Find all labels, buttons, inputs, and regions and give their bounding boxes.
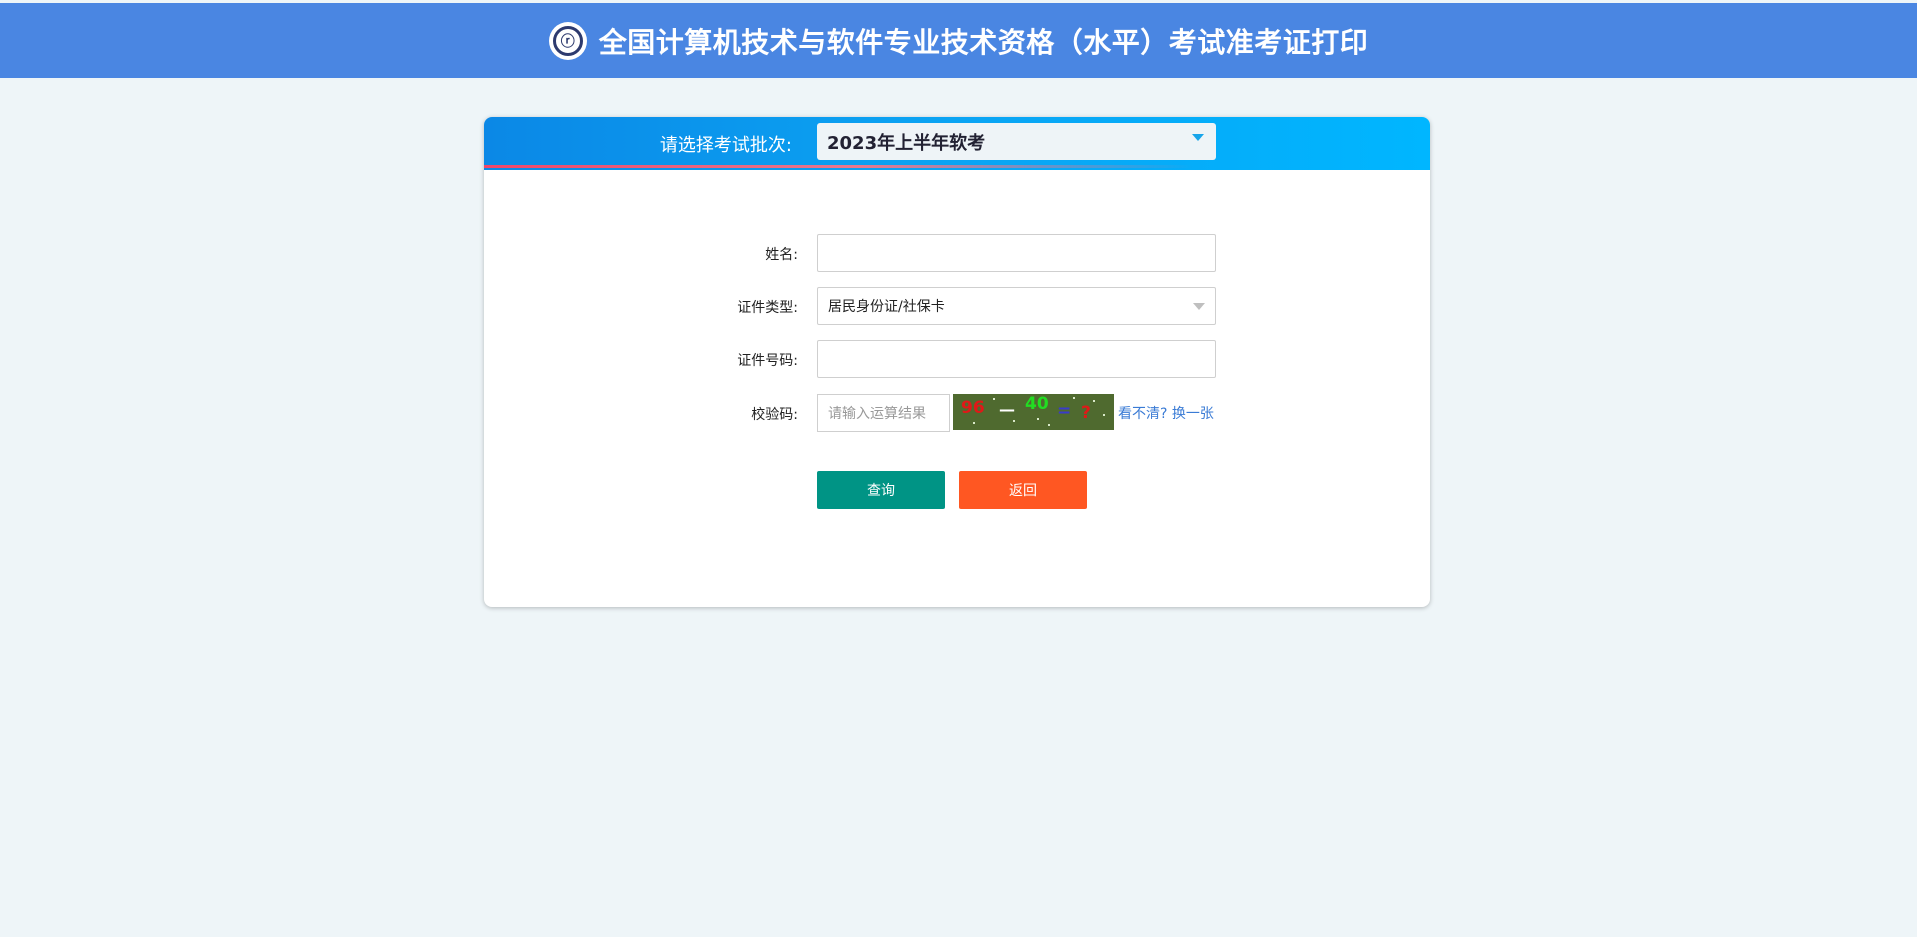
captcha-digit-a: 96 bbox=[961, 398, 985, 418]
exam-emblem-icon: ⓡ bbox=[548, 21, 587, 60]
batch-selected-value: 2023年上半年软考 bbox=[827, 132, 986, 154]
top-banner: ⓡ 全国计算机技术与软件专业技术资格（水平）考试准考证打印 bbox=[0, 3, 1917, 78]
back-button[interactable]: 返回 bbox=[959, 471, 1087, 509]
admission-ticket-form-card: 请选择考试批次: 2023年上半年软考 姓名: 证件类型: 居民身份证/社保卡 … bbox=[484, 117, 1430, 607]
name-label: 姓名: bbox=[765, 247, 798, 263]
chevron-down-icon bbox=[1193, 303, 1205, 310]
site-title: 全国计算机技术与软件专业技术资格（水平）考试准考证打印 bbox=[598, 25, 1369, 59]
id-type-selected-value: 居民身份证/社保卡 bbox=[828, 299, 945, 315]
id-number-input[interactable] bbox=[817, 340, 1216, 378]
id-number-label: 证件号码: bbox=[737, 353, 798, 369]
header-accent-line bbox=[484, 165, 1430, 168]
id-type-label: 证件类型: bbox=[737, 300, 798, 316]
captcha-image[interactable]: 96 — 40 = ? bbox=[953, 394, 1114, 430]
query-button[interactable]: 查询 bbox=[817, 471, 945, 509]
captcha-input[interactable]: 请输入运算结果 bbox=[817, 394, 950, 432]
batch-bar: 请选择考试批次: 2023年上半年软考 bbox=[484, 117, 1430, 170]
batch-select[interactable]: 2023年上半年软考 bbox=[817, 123, 1216, 160]
batch-label: 请选择考试批次: bbox=[659, 135, 792, 156]
refresh-captcha-link[interactable]: 看不清? 换一张 bbox=[1118, 403, 1214, 423]
captcha-equals: = bbox=[1057, 401, 1072, 421]
name-input[interactable] bbox=[817, 234, 1216, 272]
captcha-digit-b: 40 bbox=[1025, 394, 1049, 414]
captcha-operator: — bbox=[999, 400, 1015, 419]
captcha-question: ? bbox=[1081, 403, 1091, 423]
id-type-select[interactable]: 居民身份证/社保卡 bbox=[817, 287, 1216, 325]
captcha-label: 校验码: bbox=[751, 407, 798, 423]
chevron-down-icon bbox=[1192, 134, 1204, 141]
